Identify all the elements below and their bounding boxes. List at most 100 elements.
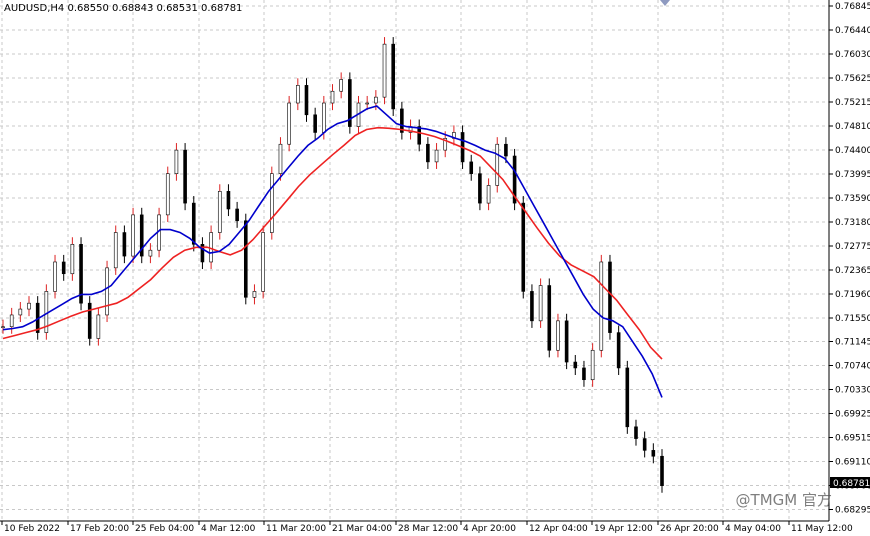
x-tick-label: 11 May 12:00 bbox=[791, 524, 853, 534]
candle-body bbox=[296, 85, 300, 104]
y-tick-label: 0.71960 bbox=[835, 290, 870, 300]
candle-body bbox=[235, 208, 239, 222]
y-tick-label: 0.73180 bbox=[835, 218, 870, 228]
x-tick-label: 26 Apr 20:00 bbox=[660, 524, 719, 534]
candle-body bbox=[261, 232, 265, 292]
y-tick-label: 0.74400 bbox=[835, 146, 870, 156]
candle-body bbox=[625, 367, 630, 428]
candle-body bbox=[96, 314, 101, 339]
y-tick-label: 0.72365 bbox=[835, 266, 870, 276]
x-tick-label: 11 Mar 20:00 bbox=[266, 524, 326, 534]
y-tick-label: 0.76440 bbox=[835, 26, 870, 36]
y-tick-label: 0.70740 bbox=[835, 362, 870, 372]
candlesticks bbox=[1, 37, 664, 493]
candle-body bbox=[278, 143, 283, 174]
x-tick-label: 4 Apr 20:00 bbox=[463, 524, 516, 534]
price-chart[interactable]: 0.76845 0.76440 0.76030 0.75625 0.75215 0.748… bbox=[0, 0, 870, 536]
candle-body bbox=[174, 149, 179, 174]
x-tick-labels: 10 Feb 2022 17 Feb 20:00 25 Feb 04:00 4 Mar… bbox=[1, 521, 853, 534]
candle-body bbox=[521, 202, 526, 292]
ma-slow-line bbox=[2, 126, 663, 360]
candle-body bbox=[209, 232, 213, 263]
candle-body bbox=[270, 173, 274, 233]
candle-body bbox=[27, 302, 31, 310]
y-tick-label: 0.69110 bbox=[835, 458, 870, 468]
y-tick-label: 0.69515 bbox=[835, 434, 870, 444]
candle-body bbox=[434, 149, 439, 163]
candle-body bbox=[538, 285, 543, 322]
x-tick-label: 25 Feb 04:00 bbox=[135, 524, 194, 534]
candle-body bbox=[165, 173, 170, 216]
candle-body bbox=[469, 161, 474, 174]
x-tick-label: 4 Mar 12:00 bbox=[201, 524, 256, 534]
candle-body bbox=[365, 102, 369, 105]
candle-body bbox=[313, 114, 317, 133]
candle-body bbox=[61, 261, 66, 275]
candle-body bbox=[616, 332, 621, 369]
x-tick-label: 17 Feb 20:00 bbox=[70, 524, 129, 534]
candle-body bbox=[642, 438, 647, 451]
candle-body bbox=[495, 143, 500, 186]
y-tick-label: 0.76845 bbox=[835, 2, 870, 12]
x-tick-label: 10 Feb 2022 bbox=[4, 524, 60, 534]
y-tick-label: 0.73590 bbox=[835, 194, 870, 204]
last-price-label: 0.68781 bbox=[833, 479, 870, 489]
candle-body bbox=[113, 232, 118, 269]
candle-body bbox=[478, 173, 482, 204]
x-tick-label: 28 Mar 12:00 bbox=[398, 524, 458, 534]
y-tick-label: 0.68295 bbox=[835, 506, 870, 516]
candle-body bbox=[382, 43, 387, 98]
candle-body bbox=[426, 143, 430, 163]
candle-body bbox=[1, 326, 5, 329]
last-price-marker: 0.68781 bbox=[830, 477, 870, 489]
y-tick-labels: 0.76845 0.76440 0.76030 0.75625 0.75215 0.748… bbox=[829, 2, 870, 516]
candle-body bbox=[9, 314, 14, 328]
candle-body bbox=[330, 90, 335, 104]
candle-body bbox=[486, 185, 491, 204]
candle-body bbox=[547, 285, 552, 351]
candle-body bbox=[226, 191, 231, 210]
y-tick-label: 0.74810 bbox=[835, 122, 870, 132]
candle-body bbox=[217, 191, 222, 233]
candle-body bbox=[660, 455, 664, 486]
candle-body bbox=[530, 291, 534, 322]
candle-body bbox=[122, 232, 127, 257]
candle-body bbox=[252, 291, 257, 298]
y-tick-label: 0.70330 bbox=[835, 386, 870, 396]
x-tick-label: 21 Mar 04:00 bbox=[332, 524, 392, 534]
y-tick-label: 0.71145 bbox=[835, 338, 870, 348]
candle-body bbox=[191, 202, 196, 245]
y-tick-label: 0.69925 bbox=[835, 410, 870, 420]
scroll-marker-icon[interactable] bbox=[660, 0, 670, 6]
candle-body bbox=[18, 308, 23, 316]
candle-body bbox=[590, 349, 595, 381]
candle-body bbox=[70, 244, 75, 275]
candle-body bbox=[304, 85, 309, 116]
watermark: @TMGM 官方 bbox=[735, 491, 832, 509]
candle-body bbox=[564, 320, 569, 363]
y-tick-label: 0.71550 bbox=[835, 314, 870, 324]
candle-body bbox=[105, 267, 109, 316]
candle-body bbox=[339, 79, 343, 92]
candle-body bbox=[243, 220, 248, 298]
y-tick-label: 0.75625 bbox=[835, 74, 870, 84]
candle-body bbox=[287, 102, 291, 145]
y-tick-label: 0.72775 bbox=[835, 242, 870, 252]
candle-body bbox=[391, 43, 395, 110]
y-tick-label: 0.73995 bbox=[835, 170, 870, 180]
candle-body bbox=[599, 261, 604, 351]
x-tick-label: 4 May 04:00 bbox=[725, 524, 781, 534]
candle-body bbox=[608, 261, 612, 333]
chart-header: AUDUSD,H4 0.68550 0.68843 0.68531 0.6878… bbox=[4, 3, 242, 14]
candle-body bbox=[634, 426, 638, 439]
x-tick-label: 19 Apr 12:00 bbox=[594, 524, 653, 534]
x-tick-label: 12 Apr 04:00 bbox=[529, 524, 588, 534]
candle-body bbox=[417, 126, 422, 145]
candle-body bbox=[87, 302, 92, 339]
candle-body bbox=[148, 249, 153, 257]
candle-body bbox=[504, 143, 508, 157]
candle-body bbox=[582, 367, 586, 381]
candle-body bbox=[322, 102, 326, 133]
candle-body bbox=[374, 96, 378, 104]
candle-body bbox=[131, 214, 135, 257]
